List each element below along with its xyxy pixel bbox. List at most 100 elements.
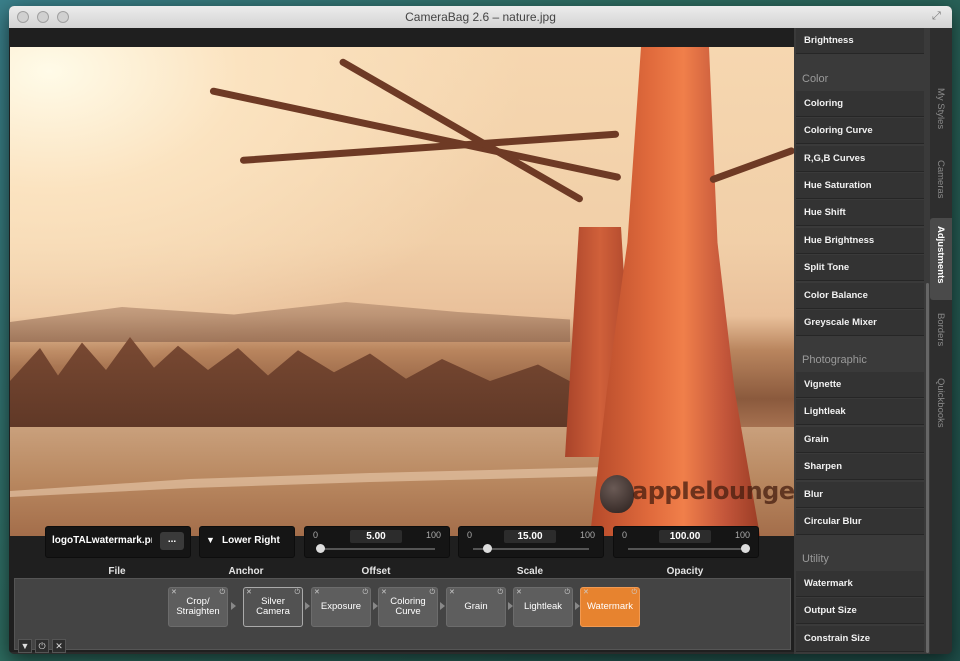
tree-branch: [708, 146, 794, 184]
arrow-icon: [440, 602, 445, 610]
opacity-value-field[interactable]: 100.00: [659, 530, 711, 543]
list-item[interactable]: Hue Brightness: [796, 228, 924, 254]
remove-step-icon[interactable]: ✕: [516, 588, 522, 598]
step-label: Watermark: [586, 601, 634, 612]
tab-borders[interactable]: Borders: [930, 313, 952, 363]
power-all-icon[interactable]: ⏻: [35, 639, 49, 653]
list-item[interactable]: Circular Blur: [796, 509, 924, 535]
list-item[interactable]: Blur: [796, 482, 924, 508]
list-item[interactable]: Lightleak: [796, 399, 924, 425]
power-icon[interactable]: ⏻: [362, 588, 368, 598]
panel-scrollbar[interactable]: [926, 283, 929, 653]
collapse-stack-icon[interactable]: ▼: [18, 639, 32, 653]
power-icon[interactable]: ⏻: [631, 588, 637, 598]
dropdown-arrow-icon: ▼: [206, 535, 215, 545]
arrow-icon: [231, 602, 236, 610]
offset-slider[interactable]: 0 5.00 100: [304, 526, 450, 558]
tab-my-styles[interactable]: My Styles: [930, 88, 952, 148]
scale-slider[interactable]: 0 15.00 100: [458, 526, 604, 558]
step-watermark[interactable]: ✕ ⏻ Watermark: [580, 587, 640, 627]
tab-adjustments[interactable]: Adjustments: [930, 218, 952, 300]
adjustments-panel: Brightness Color Coloring Coloring Curve…: [794, 28, 952, 654]
offset-value-field[interactable]: 5.00: [350, 530, 402, 543]
list-item[interactable]: Coloring Curve: [796, 118, 924, 144]
anchor-dropdown[interactable]: ▼ Lower Right: [199, 526, 295, 558]
section-utility: Utility: [802, 553, 829, 565]
app-window: CameraBag 2.6 – nature.jpg ⤢ appIelounge…: [9, 6, 952, 654]
power-icon[interactable]: ⏻: [219, 588, 225, 598]
step-exposure[interactable]: ✕ ⏻ Exposure: [311, 587, 371, 627]
section-photographic: Photographic: [802, 354, 867, 366]
tab-label: My Styles: [935, 88, 946, 130]
slider-track[interactable]: [319, 548, 435, 550]
step-label: Grain: [464, 601, 488, 612]
anchor-label: Anchor: [228, 566, 264, 577]
power-icon[interactable]: ⏻: [497, 588, 503, 598]
anchor-value: Lower Right: [222, 535, 280, 546]
list-item[interactable]: Hue Shift: [796, 200, 924, 226]
step-label: Exposure: [320, 601, 362, 612]
image-canvas: appIelounge logoTALwatermark.png ... Fil…: [9, 28, 794, 653]
power-icon[interactable]: ⏻: [429, 588, 435, 598]
tree-branch: [338, 57, 585, 204]
step-label: Silver Camera: [256, 596, 290, 617]
slider-knob[interactable]: [483, 544, 492, 553]
list-item[interactable]: Vignette: [796, 372, 924, 398]
slider-min: 0: [467, 530, 473, 540]
photo-preview: appIelounge: [10, 47, 794, 536]
remove-step-icon[interactable]: ✕: [583, 588, 589, 598]
step-grain[interactable]: ✕ ⏻ Grain: [446, 587, 506, 627]
slider-min: 0: [313, 530, 319, 540]
list-item[interactable]: Coloring: [796, 91, 924, 117]
opacity-slider[interactable]: 0 100.00 100: [613, 526, 759, 558]
tab-quickbooks[interactable]: Quickbooks: [930, 378, 952, 438]
list-item[interactable]: Grain: [796, 427, 924, 453]
file-value: logoTALwatermark.png: [52, 535, 152, 546]
clear-stack-icon[interactable]: ✕: [52, 639, 66, 653]
adjustment-stack: ✕ ⏻ Crop/ Straighten ✕ ⏻ Silver Camera ✕…: [14, 578, 791, 650]
watermark-logo: appIelounge: [600, 469, 794, 517]
slider-track[interactable]: [628, 548, 744, 550]
arrow-icon: [305, 602, 310, 610]
file-field[interactable]: logoTALwatermark.png ...: [45, 526, 191, 558]
fullscreen-icon[interactable]: ⤢: [932, 10, 944, 22]
list-item[interactable]: Sharpen: [796, 454, 924, 480]
step-label: Crop/ Straighten: [176, 596, 220, 617]
list-item[interactable]: Greyscale Mixer: [796, 310, 924, 336]
power-icon[interactable]: ⏻: [564, 588, 570, 598]
remove-step-icon[interactable]: ✕: [449, 588, 455, 598]
slider-min: 0: [622, 530, 628, 540]
list-item[interactable]: Output Size: [796, 598, 924, 624]
list-item-brightness[interactable]: Brightness: [796, 28, 924, 54]
power-icon[interactable]: ⏻: [294, 588, 300, 598]
tab-label: Borders: [935, 313, 946, 347]
list-item[interactable]: Split Tone: [796, 255, 924, 281]
list-item[interactable]: Hue Saturation: [796, 173, 924, 199]
list-item[interactable]: Constrain Size: [796, 626, 924, 652]
panel-tabs: ▶ My Styles Cameras Adjustments Borders …: [930, 28, 952, 654]
remove-step-icon[interactable]: ✕: [171, 588, 177, 598]
tab-cameras[interactable]: Cameras: [930, 160, 952, 210]
opacity-label: Opacity: [666, 566, 704, 577]
slider-knob[interactable]: [316, 544, 325, 553]
remove-step-icon[interactable]: ✕: [246, 588, 252, 598]
step-crop-straighten[interactable]: ✕ ⏻ Crop/ Straighten: [168, 587, 228, 627]
browse-file-button[interactable]: ...: [160, 532, 184, 550]
section-color: Color: [802, 73, 829, 85]
slider-max: 100: [425, 530, 441, 540]
step-lightleak[interactable]: ✕ ⏻ Lightleak: [513, 587, 573, 627]
slider-knob[interactable]: [741, 544, 750, 553]
remove-step-icon[interactable]: ✕: [314, 588, 320, 598]
scale-value-field[interactable]: 15.00: [504, 530, 556, 543]
list-item[interactable]: Watermark: [796, 571, 924, 597]
hills: [10, 302, 570, 342]
remove-step-icon[interactable]: ✕: [381, 588, 387, 598]
list-item[interactable]: R,G,B Curves: [796, 146, 924, 172]
file-label: File: [108, 566, 126, 577]
slider-max: 100: [734, 530, 750, 540]
apple-logo-icon: [600, 475, 634, 513]
step-coloring-curve[interactable]: ✕ ⏻ Coloring Curve: [378, 587, 438, 627]
step-silver-camera[interactable]: ✕ ⏻ Silver Camera: [243, 587, 303, 627]
list-item[interactable]: Color Balance: [796, 283, 924, 309]
step-label: Coloring Curve: [390, 596, 426, 617]
